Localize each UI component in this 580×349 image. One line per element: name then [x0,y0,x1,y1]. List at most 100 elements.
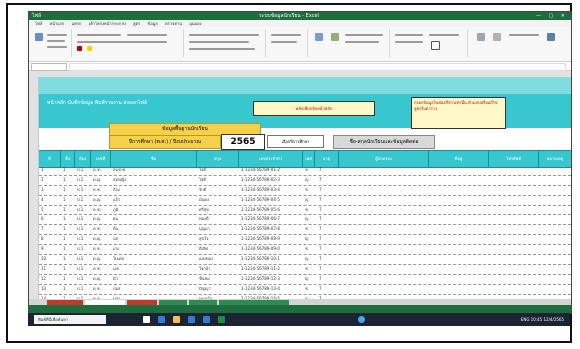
table-cell[interactable]: ช [305,285,308,293]
table-cell[interactable]: ใจกล้า [199,265,210,273]
table-cell[interactable]: 1 [63,176,66,184]
table-cell[interactable]: 1 [63,186,66,194]
table-cell[interactable]: ญ [305,196,308,204]
table-cell[interactable]: ฝน [113,215,118,223]
table-cell[interactable]: 7 [319,265,322,273]
table-cell[interactable]: ด.ช. [93,186,101,194]
window-controls[interactable]: — ▢ ✕ [536,12,568,20]
return-home-note[interactable]: คลิกเพื่อกลับหน้าหลัก [253,101,375,116]
table-cell[interactable]: ญ [305,275,308,283]
table-cell[interactable]: ใบเตย [113,255,124,263]
table-cell[interactable]: ชื่นชม [199,275,210,283]
table-row[interactable]: 7 1 ป.1 ด.ช. ต้น บุญมา 1-1234-56789-07-8 ช 7 [39,225,571,236]
table-cell[interactable]: 6 [41,215,44,223]
table-cell[interactable]: 7 [319,206,322,214]
table-cell[interactable]: 7 [319,275,322,283]
table-cell[interactable]: 1 [63,265,66,273]
table-cell[interactable]: 5 [41,206,44,214]
table-cell[interactable]: 1-1234-56789-10-1 [241,255,280,263]
table-cell[interactable]: ป.1 [77,206,83,214]
table-cell[interactable]: ปัญญา [199,285,211,293]
table-cell[interactable]: 1-1234-56789-01-2 [241,166,280,174]
table-row[interactable]: 6 1 ป.1 ด.ญ. ฝน ทองดี 1-1234-56789-06-7 ญ 7 [39,215,571,226]
select-year-button[interactable]: เลือกปีการศึกษา [267,135,324,148]
table-cell[interactable]: มิว [113,275,118,283]
table-cell[interactable]: 4 [41,196,44,204]
table-cell[interactable]: นก [113,235,118,243]
table-cell[interactable]: ด.ช. [93,166,101,174]
table-cell[interactable]: ใจดี [199,166,206,174]
fill-color-icon[interactable] [87,46,92,51]
table-cell[interactable]: 9 [41,245,44,253]
table-cell[interactable]: 1-1234-56789-07-8 [241,225,280,233]
table-cell[interactable]: ศรีสุข [199,206,209,214]
table-cell[interactable]: 11 [41,265,46,273]
word-icon[interactable] [203,316,210,323]
table-row[interactable]: 1 1 ป.1 ด.ช. สมชาย ใจดี 1-1234-56789-01-2 ช 7 [39,166,571,176]
tab-view[interactable]: มุมมอง [189,21,201,26]
table-cell[interactable]: ญ [305,255,308,263]
table-cell[interactable]: 1 [63,235,66,243]
table-cell[interactable]: 1 [63,255,66,263]
table-cell[interactable]: 7 [41,225,44,233]
table-cell[interactable]: ป.1 [77,196,83,204]
table-cell[interactable]: 7 [319,196,322,204]
table-cell[interactable]: แก้ว [113,196,120,204]
table-cell[interactable]: 7 [319,215,322,223]
table-cell[interactable]: ป.1 [77,176,83,184]
table-cell[interactable]: 1 [63,206,66,214]
table-cell[interactable]: 1 [63,245,66,253]
table-row[interactable]: 4 1 ป.1 ด.ญ. แก้ว มั่นคง 1-1234-56789-04-5 ญ 7 [39,196,571,206]
table-cell[interactable]: 1 [63,275,66,283]
table-cell[interactable]: เก่ง [113,245,119,253]
table-cell[interactable]: ด.ช. [93,285,101,293]
excel-icon[interactable] [218,316,225,323]
table-cell[interactable]: ด.ญ. [93,275,102,283]
format-table-icon[interactable] [331,33,339,41]
task-view-icon[interactable] [143,316,150,323]
table-cell[interactable]: ป.1 [77,245,83,253]
table-cell[interactable]: ช [305,206,308,214]
tab-home[interactable]: หน้าแรก [50,21,65,26]
table-row[interactable]: 3 1 ป.1 ด.ช. ก้อง รักดี 1-1234-56789-03-4 ช 7 [39,186,571,196]
table-cell[interactable]: สมหญิง [113,176,126,184]
table-cell[interactable]: 1-1234-56789-12-3 [241,275,280,283]
edge-icon[interactable] [158,316,165,323]
table-cell[interactable]: 10 [41,255,46,263]
tab-insert[interactable]: แทรก [72,21,82,26]
table-cell[interactable]: ด.ญ. [93,235,102,243]
table-cell[interactable]: ทองดี [199,215,209,223]
cloud-icon[interactable] [358,316,365,323]
table-row[interactable]: 12 1 ป.1 ด.ญ. มิว ชื่นชม 1-1234-56789-12-3 ญ 7 [39,275,571,285]
table-row[interactable]: 9 1 ป.1 ด.ช. เก่ง ดีเลิศ 1-1234-56789-09-0 ช 7 [39,245,571,256]
table-cell[interactable]: ญ [305,235,308,243]
sheet-menu-line[interactable]: หน้าหลัก บันทึกข้อมูล พิมพ์รายงาน ส่งออก… [47,99,147,107]
table-cell[interactable]: ป.1 [77,235,83,243]
table-cell[interactable]: ช [305,186,308,194]
table-cell[interactable]: ด.ญ. [93,176,102,184]
table-cell[interactable]: 1-1234-56789-05-6 [241,206,280,214]
conditional-format-icon[interactable] [315,33,323,41]
table-cell[interactable]: 2 [41,176,44,184]
table-cell[interactable]: บุญมา [199,225,210,233]
table-cell[interactable]: ต้น [113,225,118,233]
tab-formulas[interactable]: สูตร [133,21,140,26]
name-box[interactable] [31,63,67,71]
tab-page-layout[interactable]: เค้าโครงหน้ากระดาษ [89,21,126,26]
table-cell[interactable]: 7 [319,176,322,184]
table-cell[interactable]: 1-1234-56789-03-4 [241,186,280,194]
table-cell[interactable]: 12 [41,275,46,283]
system-tray[interactable]: ENG 10:45 12/4/2565 [521,315,564,324]
table-cell[interactable]: ด.ช. [93,206,101,214]
fill-icon[interactable] [493,33,501,41]
table-cell[interactable]: 7 [319,245,322,253]
table-cell[interactable]: 7 [319,285,322,293]
year-value-cell[interactable]: 2565 [221,134,265,150]
table-cell[interactable]: ป.1 [77,225,83,233]
font-color-icon[interactable] [77,46,82,51]
table-cell[interactable]: 7 [319,235,322,243]
table-cell[interactable]: ด.ช. [93,245,101,253]
table-cell[interactable]: 1 [63,225,66,233]
table-cell[interactable]: ใจดี [199,176,206,184]
table-cell[interactable]: ช [305,265,308,273]
